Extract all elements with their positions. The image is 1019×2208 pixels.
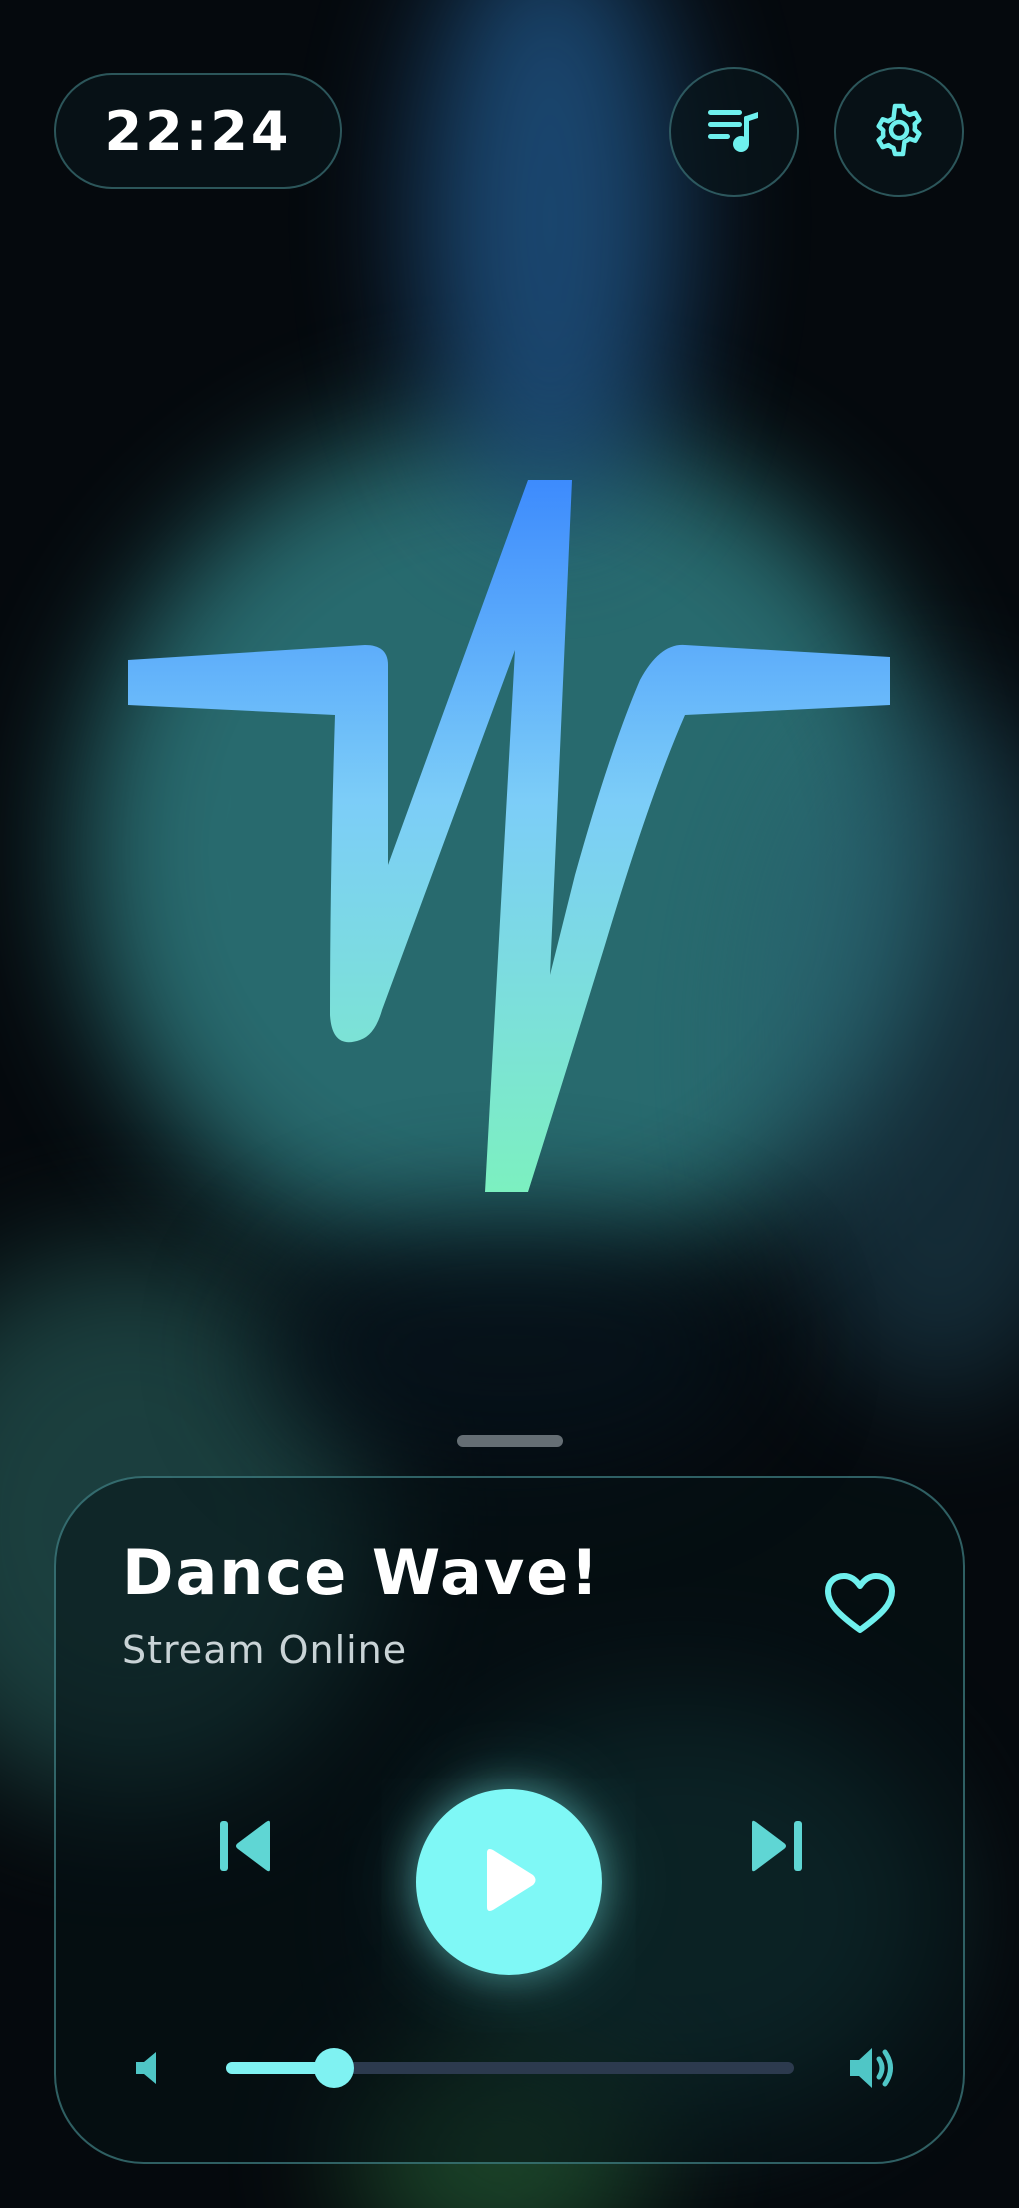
volume-low-icon[interactable] (130, 2048, 170, 2088)
gear-icon (871, 102, 927, 162)
track-title: Dance Wave! (122, 1536, 601, 1609)
heart-outline-icon (824, 1572, 896, 1640)
volume-slider[interactable] (226, 2048, 794, 2088)
volume-high-icon[interactable] (846, 2042, 898, 2094)
playlist-music-icon (706, 106, 762, 158)
previous-button[interactable] (206, 1808, 286, 1888)
track-subtitle: Stream Online (122, 1628, 408, 1672)
skip-previous-icon (218, 1819, 274, 1877)
next-button[interactable] (736, 1808, 816, 1888)
favorite-button[interactable] (820, 1566, 900, 1646)
volume-slider-thumb[interactable] (313, 2048, 354, 2088)
playlist-button[interactable] (669, 67, 799, 197)
play-icon (481, 1847, 537, 1917)
player-screen: 22:24 Dance Wave! Stream Online (0, 0, 1019, 2208)
skip-next-icon (748, 1819, 804, 1877)
waveform-logo-icon (120, 475, 900, 1195)
clock-time: 22:24 (104, 99, 292, 163)
drag-handle[interactable] (457, 1435, 563, 1447)
clock-pill: 22:24 (54, 73, 342, 189)
player-card: Dance Wave! Stream Online (54, 1476, 965, 2164)
settings-button[interactable] (834, 67, 964, 197)
play-button[interactable] (416, 1789, 602, 1975)
